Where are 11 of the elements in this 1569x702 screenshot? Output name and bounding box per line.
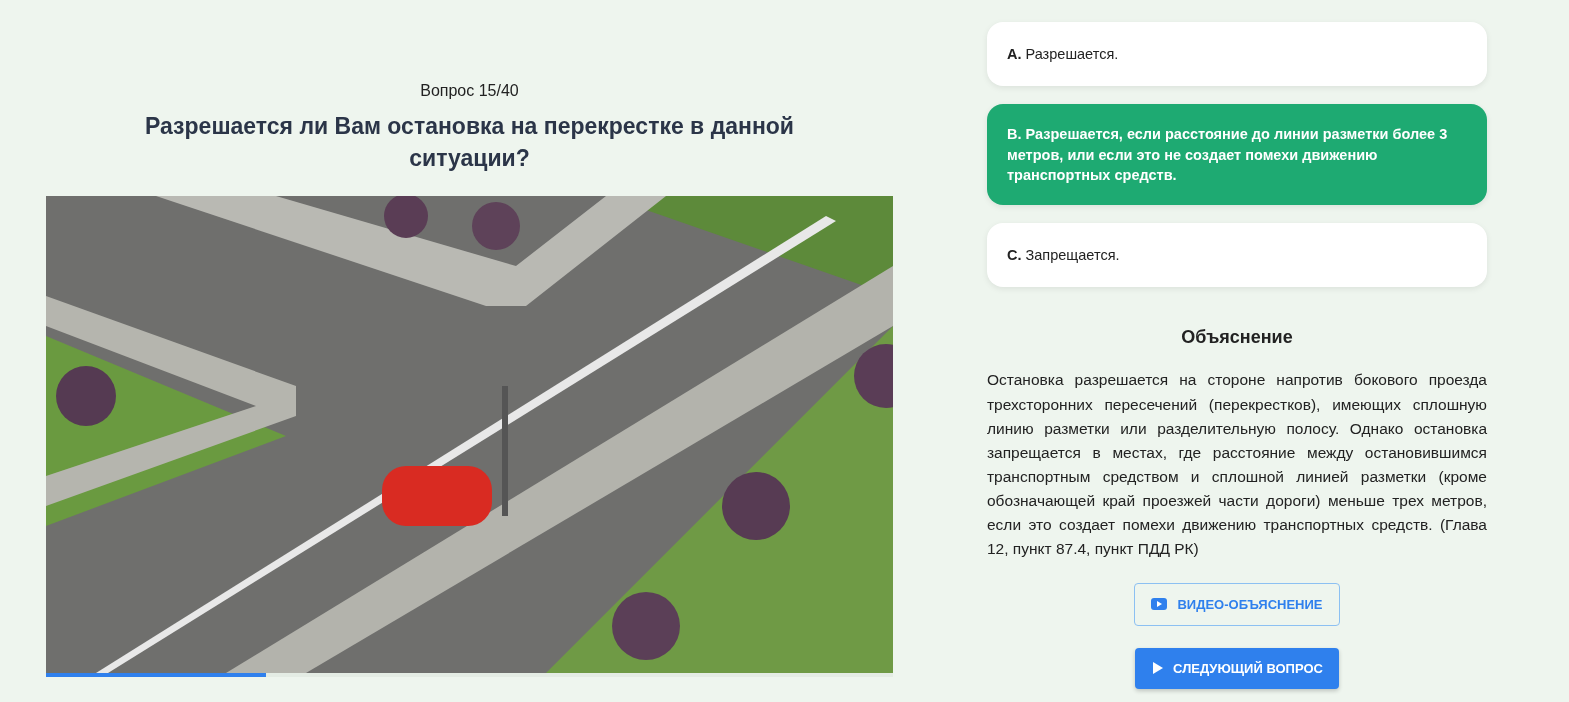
- question-text: Разрешается ли Вам остановка на перекрестке в данной ситуации?: [144, 112, 795, 174]
- explanation-title: Объяснение: [1181, 327, 1293, 349]
- video-play-icon: [1151, 598, 1168, 611]
- answer-option[interactable]: B. Разрешается, если расстояние до линии разметки более 3 метров, или если это не создает помехи движению транспортных средств.: [987, 104, 1487, 206]
- explanation-text: Остановка разрешается на стороне напротив бокового проезда трехсторонних пересечений (перекрестков), имеющих сплошную линию разметки или разделительную полосу. Однако остановка запрещается в местах, где расстояние между остановившимся транспортным средством и сплошной линией разметки (кроме обозначающей край проезжей части дороги) меньше трех метров, если это создает помехи движению транспортных средств. (Глава 12, пункт 87.4, пункт ПДД РК): [987, 370, 1487, 559]
- answer-option[interactable]: C. Запрещается.: [987, 223, 1487, 288]
- video-explanation-button[interactable]: ВИДЕО-ОБЪЯСНЕНИЕ: [1134, 582, 1340, 626]
- answer-option[interactable]: A. Разрешается.: [987, 22, 1487, 87]
- play-icon: [1153, 662, 1164, 675]
- question-counter: Вопрос 15/40: [420, 82, 519, 100]
- next-question-button[interactable]: СЛЕДУЮЩИЙ ВОПРОС: [1135, 647, 1339, 689]
